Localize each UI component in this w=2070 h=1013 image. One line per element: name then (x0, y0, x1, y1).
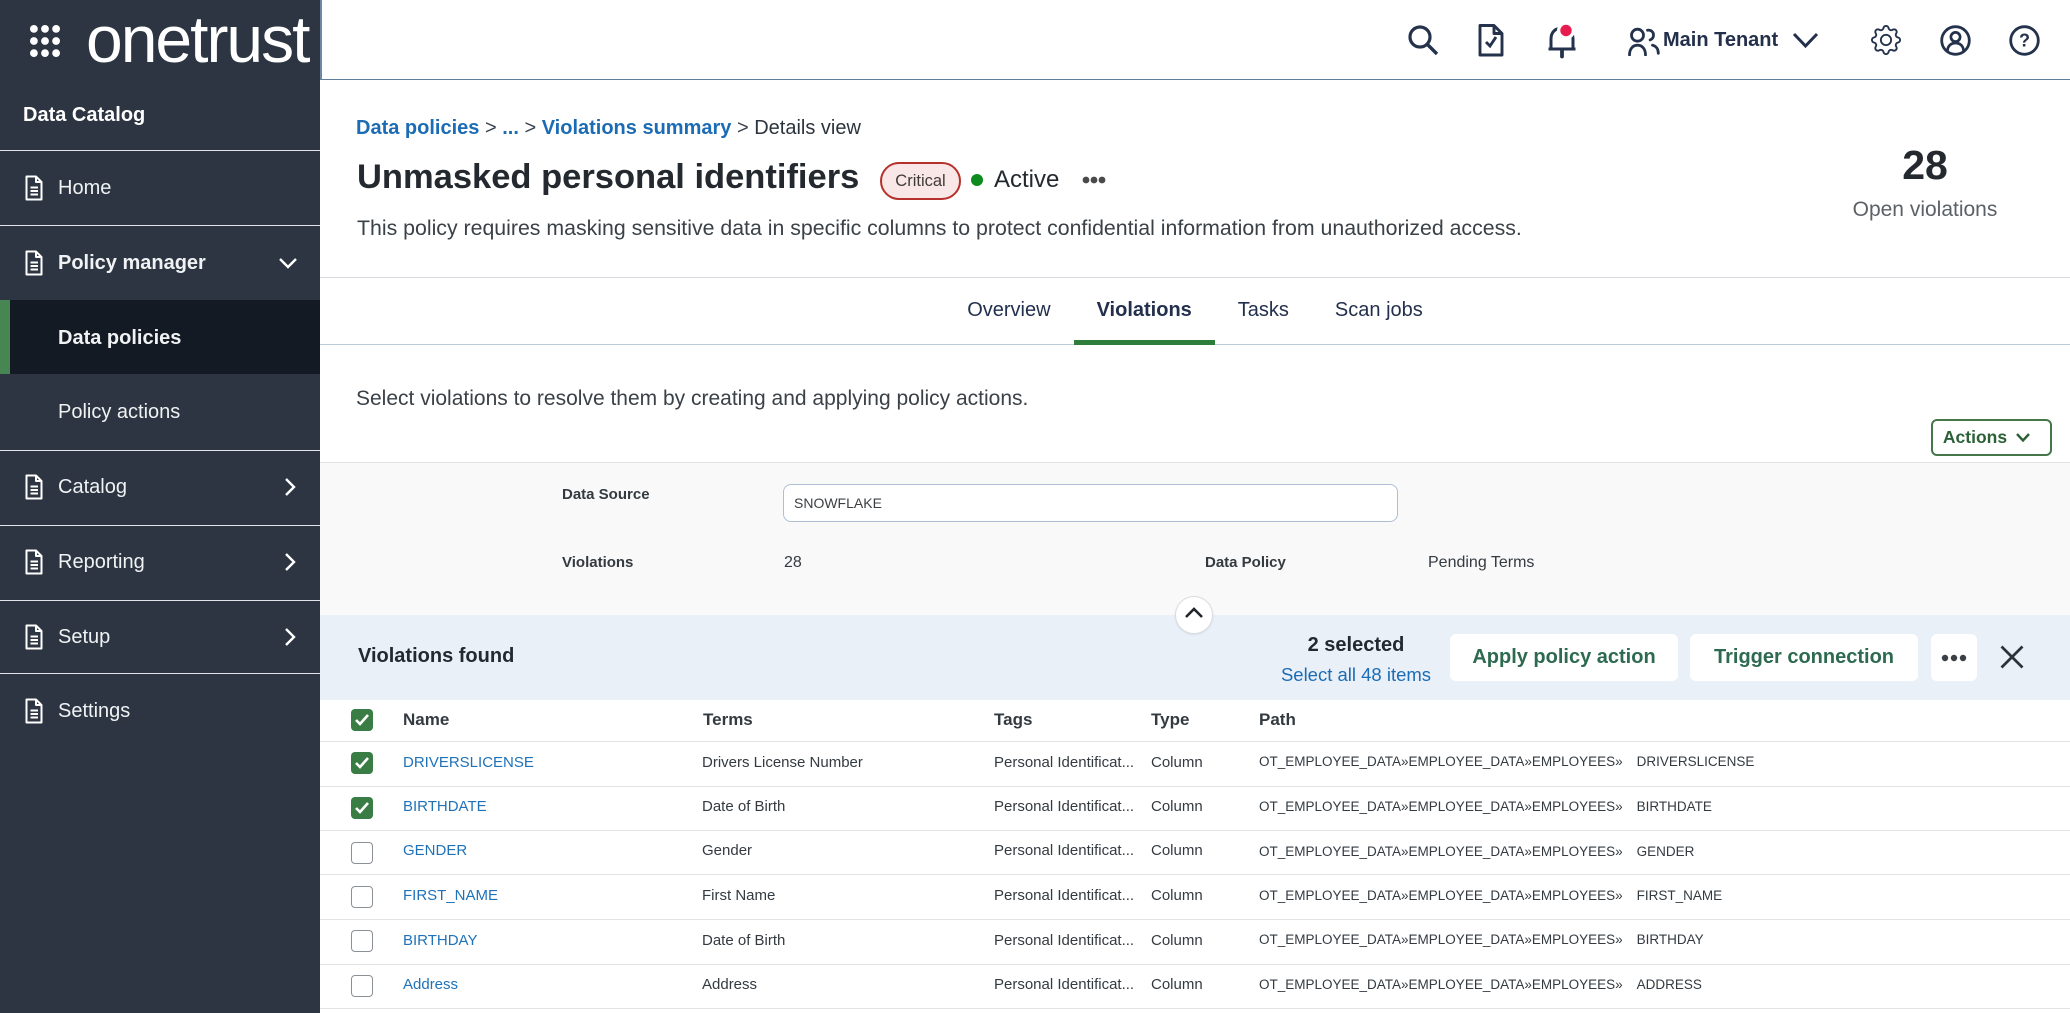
svg-text:?: ? (2019, 31, 2030, 51)
